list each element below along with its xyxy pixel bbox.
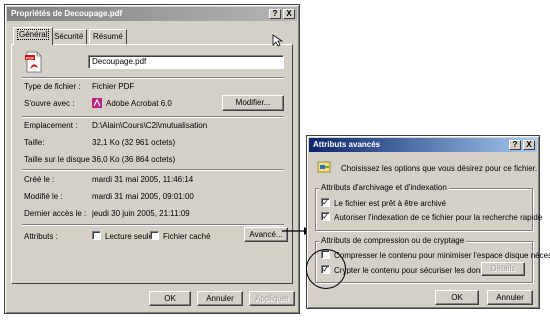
accessed-value: jeudi 30 juin 2005, 21:11:09 (92, 209, 190, 218)
archive-checkbox[interactable]: ✓ (321, 198, 330, 207)
encrypt-label: Crypter le contenu pour sécuriser les do… (334, 266, 498, 275)
index-checkbox[interactable]: ✓ (321, 212, 330, 221)
tab-general[interactable]: Général (13, 27, 54, 45)
properties-window: Propriétés de Decoupage.pdf ? X Général … (4, 4, 300, 314)
created-label: Créé le : (24, 175, 55, 184)
cursor-icon (272, 34, 286, 48)
properties-titlebar: Propriétés de Decoupage.pdf ? X (7, 7, 297, 21)
modified-value: mardi 31 mai 2005, 09:01:00 (92, 192, 194, 201)
cancel-button[interactable]: Annuler (197, 291, 243, 306)
apply-button[interactable]: Appliquer (249, 291, 295, 306)
readonly-label: Lecture seule (105, 232, 154, 241)
index-label: Autoriser l'indexation de ce fichier pou… (334, 213, 543, 222)
filename-field[interactable]: Decoupage.pdf (88, 55, 284, 69)
location-label: Emplacement : (24, 121, 78, 130)
details-button[interactable]: Détails (481, 262, 525, 276)
readonly-checkbox[interactable] (92, 231, 101, 240)
tab-summary[interactable]: Résumé (89, 29, 127, 44)
compression-group-title: Attributs de compression ou de cryptage (319, 236, 467, 245)
compress-label: Compresser le contenu pour minimiser l'e… (334, 251, 550, 260)
pdf-file-icon: PDF (24, 51, 44, 73)
disksize-label: Taille sur le disque : (24, 155, 95, 164)
help-button[interactable]: ? (269, 9, 281, 19)
disksize-value: 36,0 Ko (36 864 octets) (92, 155, 176, 164)
divider (22, 77, 284, 79)
settings-icon (317, 160, 331, 174)
advanced-intro: Choisissez les options que vous désirez … (341, 164, 538, 173)
highlight-circle (306, 249, 346, 289)
attributes-label: Attributs : (24, 232, 58, 241)
divider (22, 169, 284, 171)
archive-group (315, 188, 533, 231)
general-panel: PDF Decoupage.pdf Type de fichier : Fich… (11, 44, 293, 284)
close-button[interactable]: X (283, 9, 295, 19)
modified-label: Modifié le : (24, 192, 63, 201)
ok-button[interactable]: OK (149, 291, 191, 306)
advanced-titlebar: Attributs avancés ? X (309, 138, 537, 152)
acrobat-icon (92, 98, 102, 108)
opens-value: Adobe Acrobat 6.0 (106, 99, 172, 108)
properties-title: Propriétés de Decoupage.pdf (11, 9, 123, 18)
archive-label: Le fichier est prêt à être archivé (334, 199, 447, 208)
divider (22, 224, 284, 226)
advanced-ok-button[interactable]: OK (435, 290, 479, 305)
tab-security[interactable]: Sécurité (50, 29, 88, 44)
type-value: Fichier PDF (92, 82, 135, 91)
created-value: mardi 31 mai 2005, 11:46:14 (92, 175, 194, 184)
hidden-checkbox[interactable] (150, 231, 159, 240)
archive-group-title: Attributs d'archivage et d'indexation (319, 183, 449, 192)
modify-button[interactable]: Modifier... (222, 95, 284, 111)
svg-text:PDF: PDF (26, 55, 35, 60)
opens-label: S'ouvre avec : (24, 99, 75, 108)
hidden-label: Fichier caché (163, 232, 211, 241)
advanced-title: Attributs avancés (313, 140, 381, 149)
advanced-cancel-button[interactable]: Annuler (487, 290, 533, 305)
divider (22, 116, 284, 118)
size-value: 32,1 Ko (32 961 octets) (92, 138, 176, 147)
help-button[interactable]: ? (509, 140, 521, 150)
location-value: D:\Alain\Cours\C2i\mutualisation (92, 121, 208, 130)
close-button[interactable]: X (523, 140, 535, 150)
type-label: Type de fichier : (24, 82, 81, 91)
advanced-window: Attributs avancés ? X Choisissez les opt… (306, 135, 550, 309)
accessed-label: Dernier accès le : (24, 209, 87, 218)
size-label: Taille: (24, 138, 45, 147)
